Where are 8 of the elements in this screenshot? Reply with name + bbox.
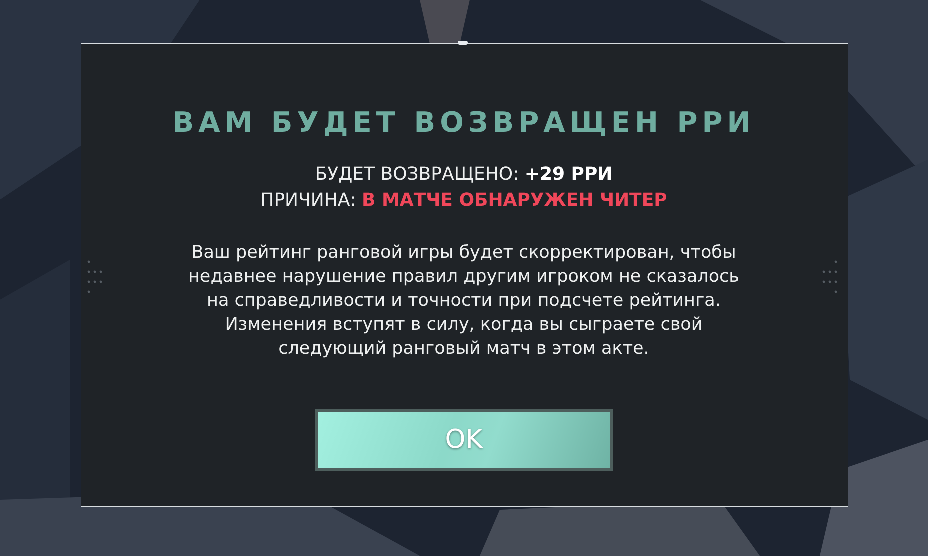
- dots-icon: [822, 260, 838, 294]
- detail-line: БУДЕТ ВОЗВРАЩЕНО: +29 РРИ: [315, 163, 613, 187]
- dialog-title: ВАМ БУДЕТ ВОЗВРАЩЕН РРИ: [172, 106, 756, 139]
- message-text: Ваш рейтинг ранговой игры будет скорректирован, чтобы недавнее нарушение правил другим игроком не сказалось на справедливости и точности при подсчете рейтинга. Изменения вступят в силу, когда вы сыграете свой следующий ранговый матч в этом акте.: [188, 242, 740, 361]
- handle-icon: [458, 41, 468, 45]
- dots-icon: [86, 260, 102, 294]
- detail-line: ПРИЧИНА: В МАТЧЕ ОБНАРУЖЕН ЧИТЕР: [260, 189, 668, 213]
- ok-button[interactable]: OK: [315, 409, 613, 471]
